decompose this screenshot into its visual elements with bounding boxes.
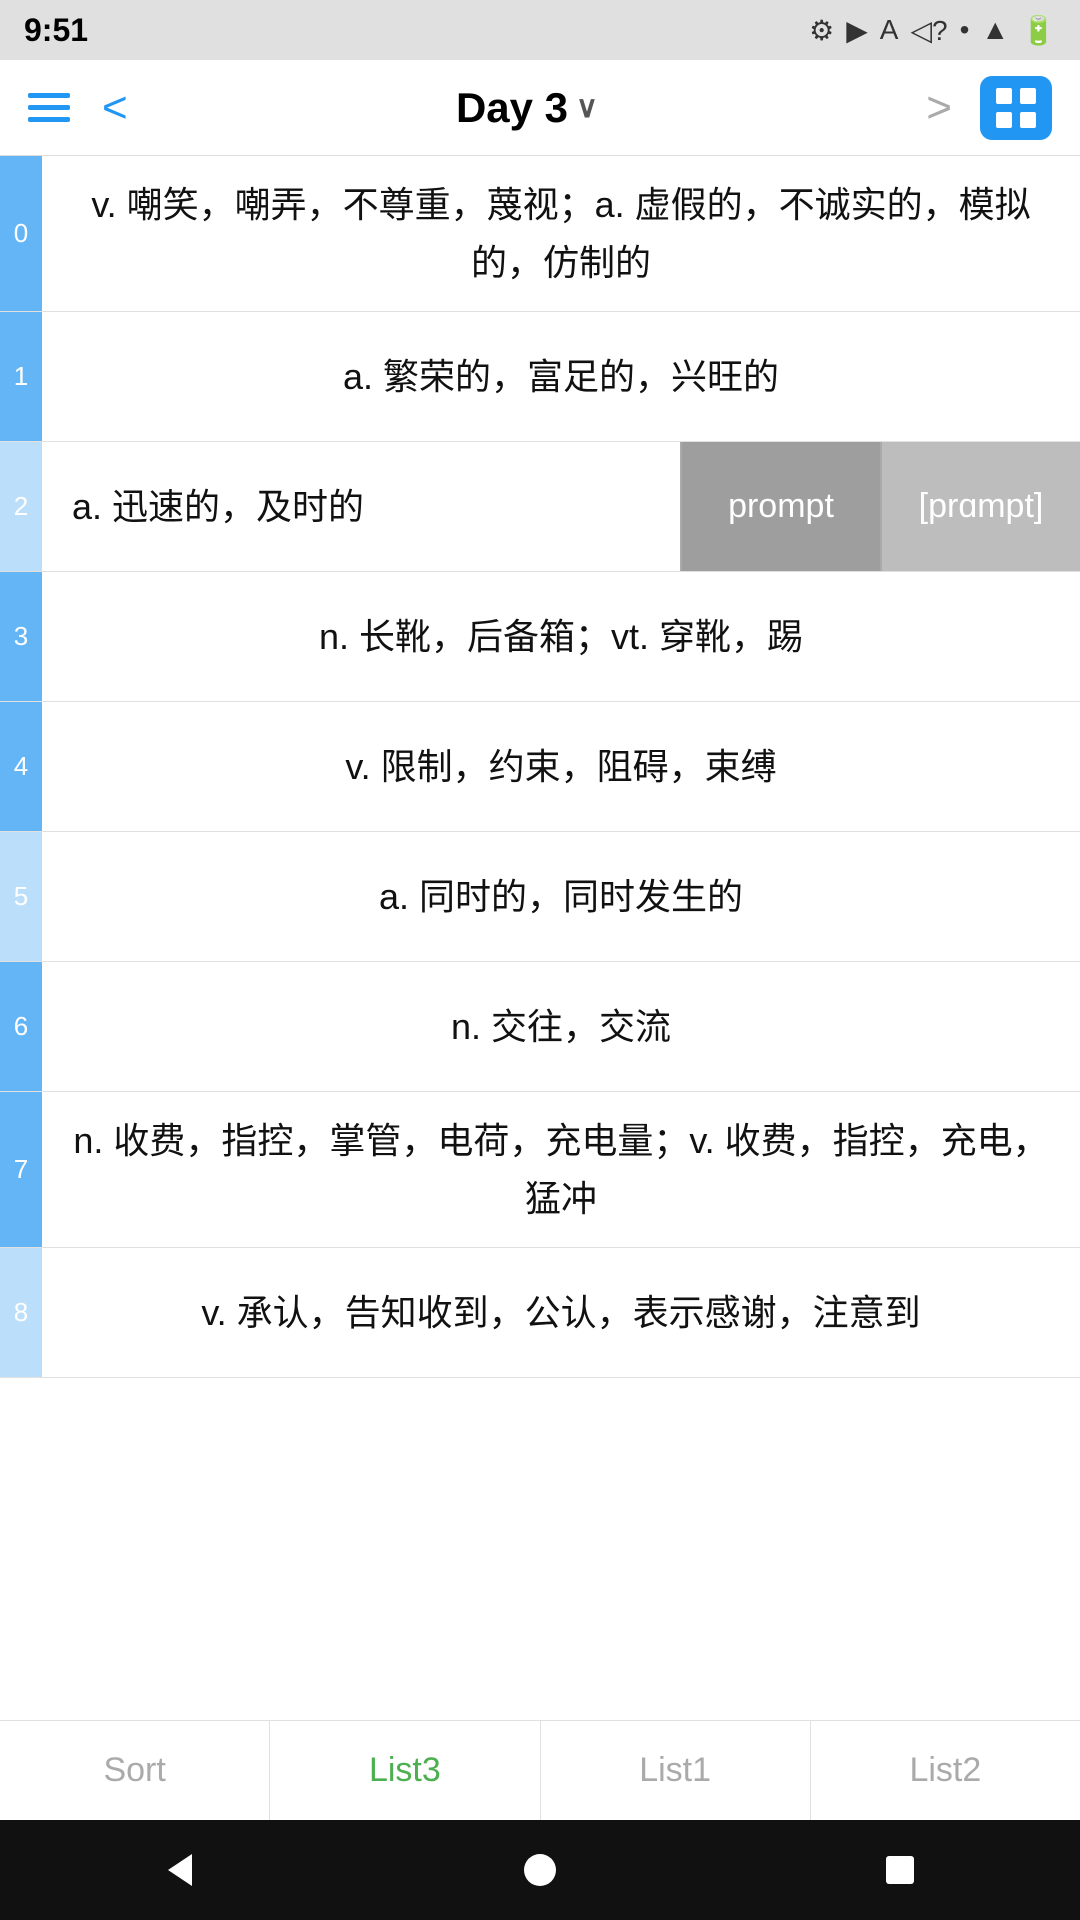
- word-row[interactable]: 2a. 迅速的，及时的prompt[prɑmpt]: [0, 442, 1080, 572]
- word-row[interactable]: 6n. 交往，交流: [0, 962, 1080, 1092]
- overlay-word-card[interactable]: prompt: [680, 442, 880, 571]
- system-nav-bar: [0, 1820, 1080, 1920]
- word-index: 4: [0, 702, 42, 831]
- battery-icon: 🔋: [1021, 14, 1056, 47]
- system-recent-button[interactable]: [860, 1830, 940, 1910]
- font-icon: A: [880, 14, 899, 46]
- bottom-tab-bar: SortList3List1List2: [0, 1720, 1080, 1820]
- word-index: 2: [0, 442, 42, 571]
- word-definition: v. 限制，约束，阻碍，束缚: [42, 702, 1080, 831]
- grid-view-button[interactable]: [980, 76, 1052, 140]
- word-index: 0: [0, 156, 42, 311]
- word-index: 6: [0, 962, 42, 1091]
- nav-title[interactable]: Day 3 ∨: [456, 84, 598, 132]
- word-index: 5: [0, 832, 42, 961]
- settings-icon: ⚙: [809, 14, 834, 47]
- word-row[interactable]: 0v. 嘲笑，嘲弄，不尊重，蔑视；a. 虚假的，不诚实的，模拟的，仿制的: [0, 156, 1080, 312]
- hamburger-button[interactable]: [28, 93, 70, 122]
- word-index: 3: [0, 572, 42, 701]
- word-definition: n. 交往，交流: [42, 962, 1080, 1091]
- word-definition: a. 繁荣的，富足的，兴旺的: [42, 312, 1080, 441]
- word-index: 1: [0, 312, 42, 441]
- status-bar: 9:51 ⚙ ▶ A ◁? • ▲ 🔋: [0, 0, 1080, 60]
- word-row[interactable]: 4v. 限制，约束，阻碍，束缚: [0, 702, 1080, 832]
- overlay-cards[interactable]: prompt[prɑmpt]: [680, 442, 1080, 571]
- word-list: 0v. 嘲笑，嘲弄，不尊重，蔑视；a. 虚假的，不诚实的，模拟的，仿制的1a. …: [0, 156, 1080, 1578]
- back-button[interactable]: <: [102, 86, 128, 130]
- chevron-down-icon: ∨: [576, 90, 598, 125]
- word-row[interactable]: 1a. 繁荣的，富足的，兴旺的: [0, 312, 1080, 442]
- word-definition: n. 长靴，后备箱；vt. 穿靴，踢: [42, 572, 1080, 701]
- play-icon: ▶: [846, 14, 868, 47]
- word-index: 8: [0, 1248, 42, 1377]
- bottom-tab-list1[interactable]: List1: [541, 1721, 811, 1820]
- word-row[interactable]: 7n. 收费，指控，掌管，电荷，充电量；v. 收费，指控，充电，猛冲: [0, 1092, 1080, 1248]
- word-row[interactable]: 8v. 承认，告知收到，公认，表示感谢，注意到: [0, 1248, 1080, 1378]
- nav-bar: < Day 3 ∨ >: [0, 60, 1080, 156]
- word-row[interactable]: 5a. 同时的，同时发生的: [0, 832, 1080, 962]
- signal-icon: ◁?: [910, 14, 947, 47]
- nav-left: <: [28, 86, 128, 130]
- bottom-tab-sort[interactable]: Sort: [0, 1721, 270, 1820]
- overlay-phonetic-card[interactable]: [prɑmpt]: [880, 442, 1080, 571]
- word-definition: a. 同时的，同时发生的: [42, 832, 1080, 961]
- system-home-button[interactable]: [500, 1830, 580, 1910]
- forward-button[interactable]: >: [926, 83, 952, 133]
- word-definition: n. 收费，指控，掌管，电荷，充电量；v. 收费，指控，充电，猛冲: [42, 1092, 1080, 1247]
- status-time: 9:51: [24, 12, 88, 49]
- bottom-tab-list2[interactable]: List2: [811, 1721, 1080, 1820]
- dot-icon: •: [960, 14, 970, 46]
- word-index: 7: [0, 1092, 42, 1247]
- status-icons: ⚙ ▶ A ◁? • ▲ 🔋: [809, 14, 1056, 47]
- word-definition: v. 嘲笑，嘲弄，不尊重，蔑视；a. 虚假的，不诚实的，模拟的，仿制的: [42, 156, 1080, 311]
- word-row[interactable]: 3n. 长靴，后备箱；vt. 穿靴，踢: [0, 572, 1080, 702]
- signal-bars-icon: ▲: [981, 14, 1009, 46]
- system-back-button[interactable]: [140, 1830, 220, 1910]
- day-title-text: Day 3: [456, 84, 568, 132]
- word-definition: v. 承认，告知收到，公认，表示感谢，注意到: [42, 1248, 1080, 1377]
- bottom-tab-list3[interactable]: List3: [270, 1721, 540, 1820]
